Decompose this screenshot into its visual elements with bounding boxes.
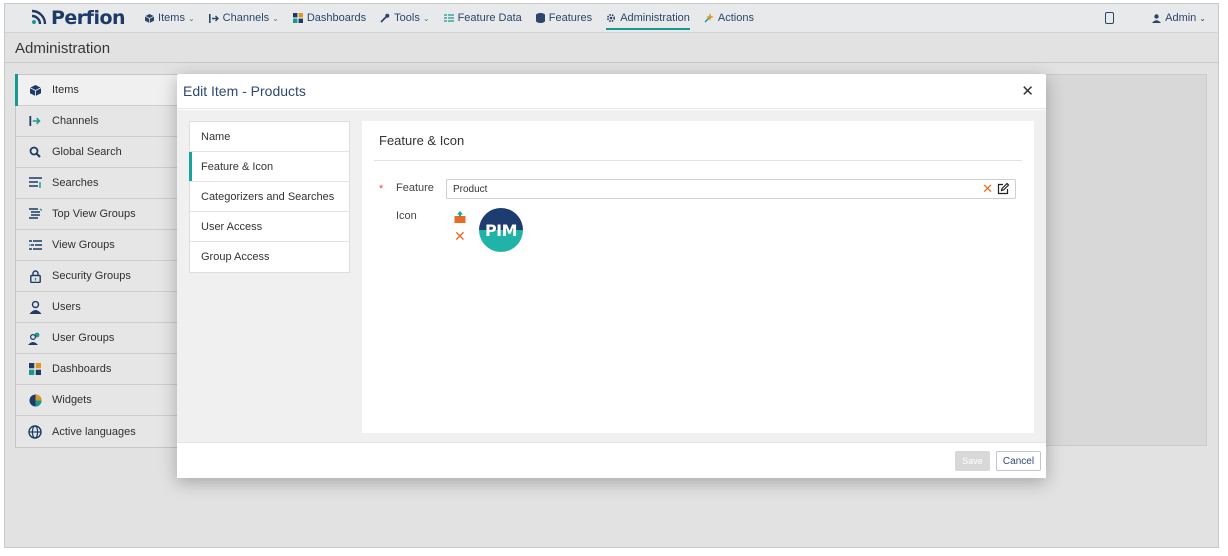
tab-label: Categorizers and Searches bbox=[201, 190, 335, 203]
tab-group-access[interactable]: Group Access bbox=[190, 242, 349, 272]
feature-label: Feature bbox=[396, 182, 434, 194]
dialog-body: Name Feature & Icon Categorizers and Sea… bbox=[177, 110, 1046, 442]
tab-feature-and-icon[interactable]: Feature & Icon bbox=[189, 152, 349, 182]
dialog-title: Edit Item - Products bbox=[183, 83, 306, 99]
clear-feature-icon[interactable]: ✕ bbox=[982, 181, 993, 197]
tab-label: Feature & Icon bbox=[201, 160, 274, 173]
cancel-button[interactable]: Cancel bbox=[996, 451, 1041, 471]
dialog-footer: Save Cancel bbox=[177, 442, 1046, 478]
save-button[interactable]: Save bbox=[955, 451, 990, 471]
tab-label: Group Access bbox=[201, 251, 270, 263]
dialog-header: Edit Item - Products ✕ bbox=[177, 74, 1046, 109]
tab-name[interactable]: Name bbox=[190, 122, 349, 152]
pim-icon-preview: PIM bbox=[479, 208, 523, 252]
app-window: Perfion Items ⌄ Channels ⌄ Dashboards To… bbox=[4, 3, 1219, 548]
pim-logo-text: PIM bbox=[484, 220, 518, 240]
tab-user-access[interactable]: User Access bbox=[190, 212, 349, 242]
edit-item-dialog: Edit Item - Products ✕ Name Feature & Ic… bbox=[177, 74, 1046, 478]
icon-label: Icon bbox=[396, 210, 417, 222]
feature-field[interactable]: Product ✕ bbox=[446, 179, 1016, 199]
upload-icon[interactable] bbox=[454, 211, 466, 223]
required-marker: * bbox=[379, 183, 384, 195]
tab-label: User Access bbox=[201, 220, 263, 233]
section-title: Feature & Icon bbox=[379, 133, 465, 148]
close-icon[interactable]: ✕ bbox=[1021, 82, 1034, 100]
remove-icon[interactable]: ✕ bbox=[454, 229, 466, 243]
feature-icon-panel: Feature & Icon * Feature Product ✕ Icon … bbox=[362, 121, 1034, 433]
feature-value: Product bbox=[453, 183, 488, 195]
divider bbox=[374, 160, 1022, 161]
dialog-tabs: Name Feature & Icon Categorizers and Sea… bbox=[189, 121, 350, 273]
edit-icon[interactable] bbox=[997, 182, 1010, 195]
tab-categorizers-and-searches[interactable]: Categorizers and Searches bbox=[190, 182, 349, 212]
tab-label: Name bbox=[201, 130, 231, 143]
